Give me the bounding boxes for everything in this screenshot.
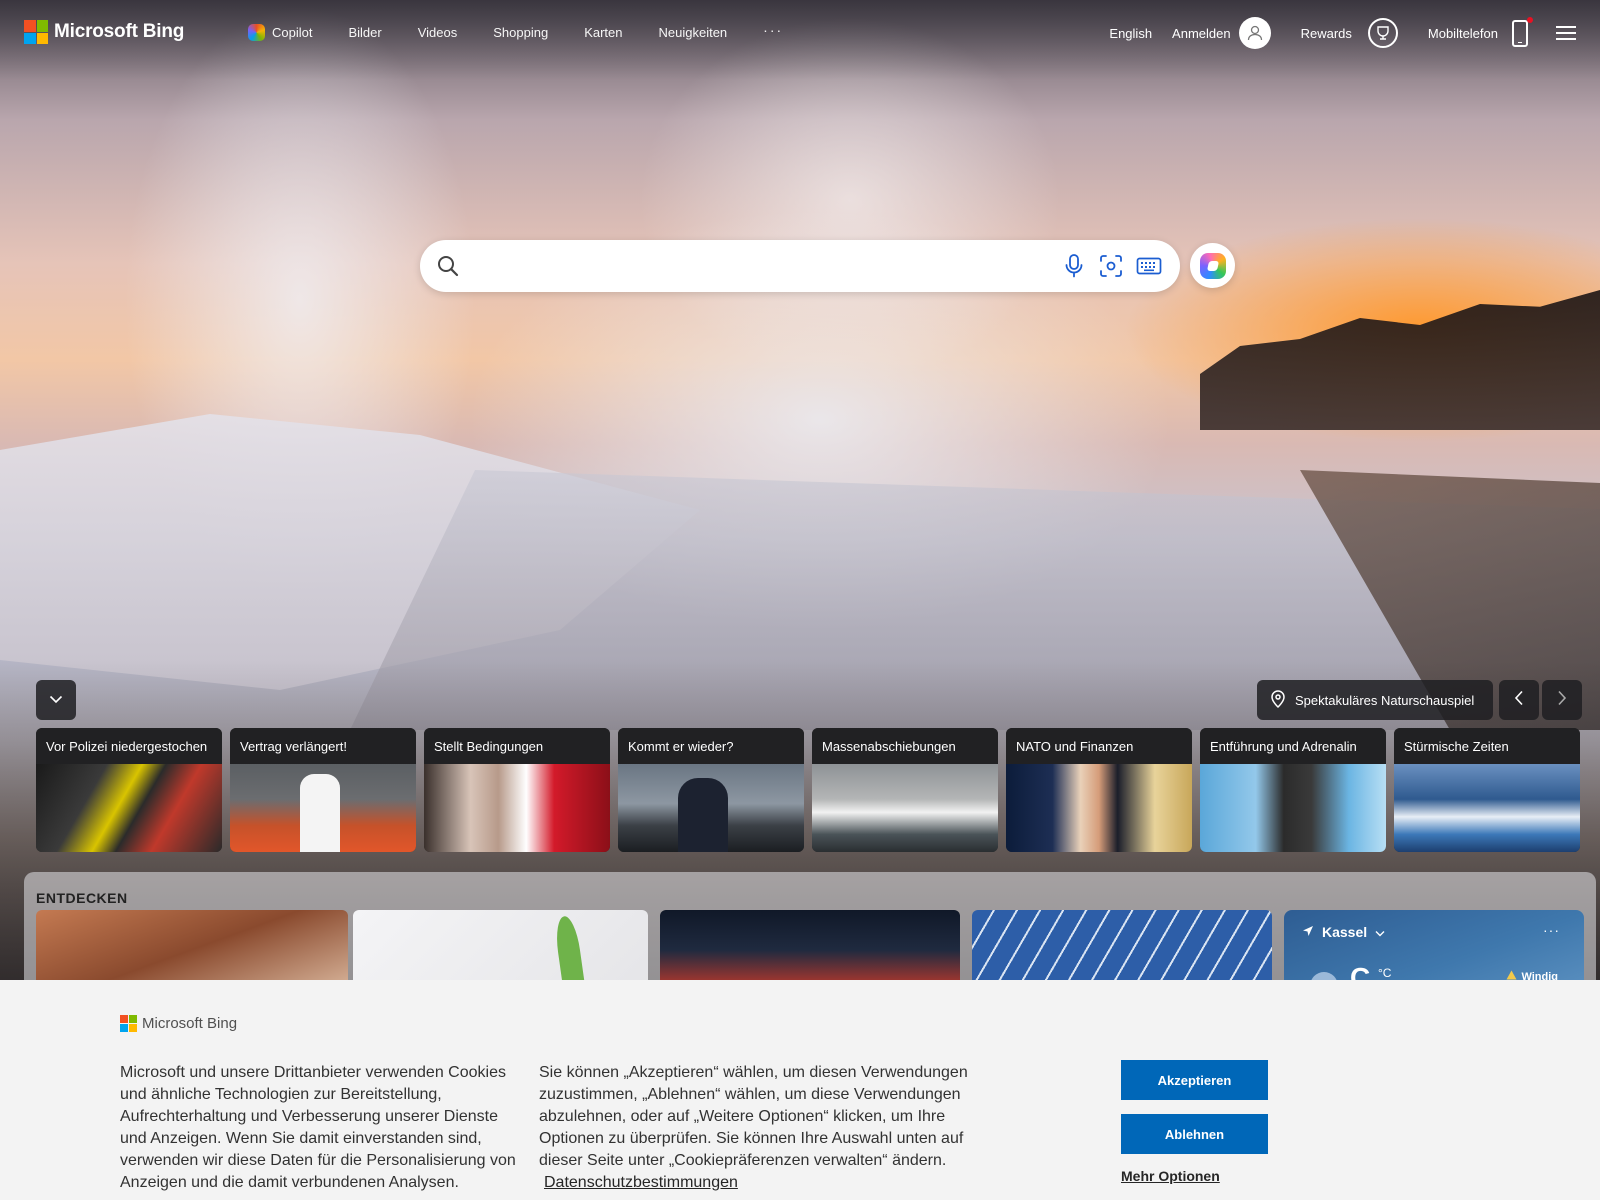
news-image — [424, 764, 610, 852]
microsoft-logo-icon — [120, 1015, 137, 1032]
chevron-right-icon — [1557, 690, 1567, 711]
nav-shopping[interactable]: Shopping — [493, 25, 548, 40]
weather-location[interactable]: Kassel — [1302, 924, 1385, 940]
nav-videos[interactable]: Videos — [418, 25, 458, 40]
microsoft-logo-icon — [24, 20, 48, 44]
signin-label: Anmelden — [1172, 25, 1231, 41]
news-card[interactable]: Entführung und Adrenalin — [1200, 728, 1386, 852]
leaf-image — [553, 914, 585, 982]
accept-button[interactable]: Akzeptieren — [1121, 1060, 1268, 1100]
search-icon[interactable] — [436, 254, 460, 283]
search-input[interactable] — [474, 248, 1034, 284]
news-card[interactable]: Stellt Bedingungen — [424, 728, 610, 852]
news-title: Stellt Bedingungen — [424, 728, 610, 764]
background-hill — [1200, 290, 1600, 430]
chevron-down-icon — [49, 691, 63, 709]
cookie-text-1: Microsoft und unsere Drittanbieter verwe… — [120, 1064, 516, 1191]
news-card[interactable]: Stürmische Zeiten — [1394, 728, 1580, 852]
news-strip: Vor Polizei niedergestochen Vertrag verl… — [36, 728, 1580, 852]
weather-unit: °C — [1378, 966, 1392, 980]
search-box — [420, 240, 1180, 292]
news-card[interactable]: NATO und Finanzen — [1006, 728, 1192, 852]
news-title: Kommt er wieder? — [618, 728, 804, 764]
news-image — [812, 764, 998, 852]
weather-card[interactable]: Kassel ··· C °C Windig — [1284, 910, 1584, 982]
logo-text: Microsoft Bing — [54, 21, 185, 42]
discover-card[interactable] — [353, 910, 648, 982]
privacy-link[interactable]: Datenschutzbestimmungen — [544, 1174, 738, 1191]
collapse-button[interactable] — [36, 680, 76, 720]
chevron-down-icon — [1375, 924, 1385, 940]
news-card[interactable]: Massenabschiebungen — [812, 728, 998, 852]
previous-image-button[interactable] — [1499, 680, 1539, 720]
bing-logo[interactable]: Microsoft Bing — [24, 20, 184, 44]
copilot-icon — [248, 24, 265, 41]
menu-icon[interactable] — [1556, 26, 1576, 40]
more-options-link[interactable]: Mehr Optionen — [1121, 1168, 1220, 1184]
discover-section: ENTDECKEN Kassel ··· C °C Windig — [24, 872, 1596, 982]
notification-dot — [1527, 16, 1533, 23]
news-title: Entführung und Adrenalin — [1200, 728, 1386, 764]
top-header: Microsoft Bing Copilot Bilder Videos Sho… — [0, 0, 1600, 66]
copilot-icon — [1199, 252, 1226, 279]
visual-search-icon[interactable] — [1098, 253, 1124, 284]
copilot-search-button[interactable] — [1190, 243, 1235, 288]
user-icon — [1238, 17, 1271, 49]
microphone-icon[interactable] — [1062, 253, 1086, 284]
weather-more-button[interactable]: ··· — [1543, 922, 1560, 938]
location-pin-icon — [1271, 689, 1285, 711]
news-image — [1200, 764, 1386, 852]
news-card[interactable]: Vertrag verlängert! — [230, 728, 416, 852]
image-caption[interactable]: Spektakuläres Naturschauspiel — [1257, 680, 1493, 720]
cookie-text-2-body: Sie können „Akzeptieren“ wählen, um dies… — [539, 1064, 968, 1169]
mobile-label: Mobiltelefon — [1427, 25, 1498, 41]
discover-title: ENTDECKEN — [36, 890, 128, 906]
rewards-icon — [1367, 18, 1398, 48]
caption-text: Spektakuläres Naturschauspiel — [1295, 692, 1475, 708]
nav-news[interactable]: Neuigkeiten — [659, 25, 728, 40]
cookie-text-2: Sie können „Akzeptieren“ wählen, um dies… — [539, 1062, 979, 1194]
cookie-logo-text: Microsoft Bing — [142, 1015, 238, 1032]
cookie-bing-logo: Microsoft Bing — [120, 1015, 237, 1032]
news-title: Massenabschiebungen — [812, 728, 998, 764]
reject-button[interactable]: Ablehnen — [1121, 1114, 1268, 1154]
news-card[interactable]: Kommt er wieder? — [618, 728, 804, 852]
news-image — [618, 764, 804, 852]
keyboard-icon[interactable] — [1136, 255, 1162, 282]
mobile-button[interactable]: Mobiltelefon — [1427, 16, 1533, 47]
nav-images[interactable]: Bilder — [348, 25, 381, 40]
header-right: English Anmelden Rewards Mobiltelefon — [1089, 16, 1576, 50]
news-image — [1394, 764, 1580, 852]
news-title: Vor Polizei niedergestochen — [36, 728, 222, 764]
discover-card[interactable] — [660, 910, 960, 982]
news-image — [36, 764, 222, 852]
nav-maps[interactable]: Karten — [584, 25, 622, 40]
rewards-button[interactable]: Rewards — [1301, 18, 1398, 48]
search-tools — [1062, 253, 1162, 284]
weather-temperature: C — [1350, 962, 1371, 982]
signin-button[interactable]: Anmelden — [1172, 17, 1271, 49]
news-title: Vertrag verlängert! — [230, 728, 416, 764]
nav-copilot[interactable]: Copilot — [248, 24, 312, 41]
navigation-arrow-icon — [1302, 924, 1314, 940]
news-title: Stürmische Zeiten — [1394, 728, 1580, 764]
next-image-button[interactable] — [1542, 680, 1582, 720]
rewards-label: Rewards — [1300, 25, 1352, 41]
news-image — [1006, 764, 1192, 852]
main-nav: Copilot Bilder Videos Shopping Karten Ne… — [248, 22, 819, 41]
news-image — [230, 764, 416, 852]
weather-city: Kassel — [1322, 924, 1368, 940]
chevron-left-icon — [1514, 690, 1524, 711]
discover-card[interactable] — [972, 910, 1272, 982]
phone-icon — [1512, 16, 1533, 47]
language-link[interactable]: English — [1109, 26, 1152, 41]
nav-more-button[interactable]: ··· — [763, 22, 783, 38]
discover-card[interactable] — [36, 910, 348, 982]
nav-copilot-label: Copilot — [272, 25, 313, 40]
news-card[interactable]: Vor Polizei niedergestochen — [36, 728, 222, 852]
news-title: NATO und Finanzen — [1006, 728, 1192, 764]
cookie-banner: Microsoft Bing Microsoft und unsere Drit… — [0, 980, 1600, 1200]
